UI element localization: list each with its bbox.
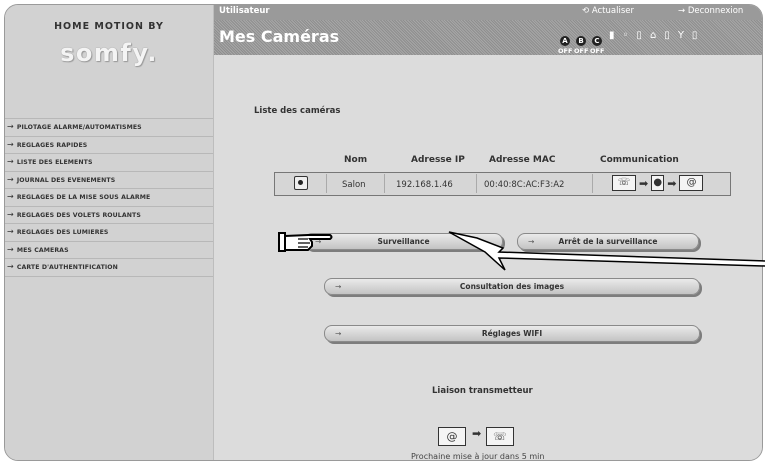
arrow-icon: ➡ [472, 427, 482, 440]
camera-icon: ● [651, 175, 665, 191]
door-icon: ▯ [636, 30, 642, 41]
top-bar: Utilisateur ⟲ Actualiser → Deconnexion [214, 5, 762, 20]
email-icon: @ [679, 175, 704, 191]
divider [384, 174, 385, 193]
menu-item-label: REGLAGES RAPIDES [16, 141, 88, 149]
menu-item-lumieres[interactable]: → REGLAGES DES LUMIERES [5, 224, 213, 242]
menu-item-volets[interactable]: → REGLAGES DES VOLETS ROULANTS [5, 207, 213, 224]
battery-icon: ▮ [609, 30, 615, 41]
arrow-icon: → [678, 6, 688, 16]
wifi-settings-button[interactable]: → Réglages WIFI [324, 325, 700, 342]
menu-item-label: LISTE DES ELEMENTS [16, 159, 93, 166]
arrow-icon: ➡ [667, 176, 677, 190]
camera-ip: 192.168.1.46 [396, 180, 453, 190]
zone-a-status: A OFF [558, 36, 573, 55]
column-header-ip: Adresse IP [411, 155, 465, 165]
menu-item-reglages-rapides[interactable]: → REGLAGES RAPIDES [5, 137, 213, 154]
menu-item-cameras[interactable]: → MES CAMERAS [5, 242, 213, 259]
phone-icon: ☏ [486, 427, 514, 446]
arrow-icon: → [335, 282, 342, 291]
sidebar-menu: → PILOTAGE ALARME/AUTOMATISMES → REGLAGES … [5, 118, 213, 277]
camera-mac: 00:40:8C:AC:F3:A2 [484, 180, 565, 190]
refresh-link[interactable]: ⟲ Actualiser [582, 6, 634, 16]
menu-item-label: PILOTAGE ALARME/AUTOMATISMES [16, 124, 142, 131]
menu-item-pilotage[interactable]: → PILOTAGE ALARME/AUTOMATISMES [5, 119, 213, 137]
zone-b-status: B OFF [574, 36, 589, 55]
sidebar: HOME MOTION BY somfy. → PILOTAGE ALARME/A… [5, 5, 214, 460]
camera-name: Salon [342, 180, 366, 190]
view-images-button[interactable]: → Consultation des images [324, 278, 700, 295]
home-icon: ⌂ [649, 30, 657, 41]
divider [592, 174, 593, 193]
menu-item-journal[interactable]: → JOURNAL DES EVENEMENTS [5, 172, 213, 189]
arrow-icon: → [7, 227, 14, 236]
menu-item-label: JOURNAL DES EVENEMENTS [16, 176, 116, 184]
antenna-icon: Y [677, 30, 684, 41]
column-header-communication: Communication [600, 155, 679, 165]
divider [326, 174, 327, 193]
menu-item-label: REGLAGES DES LUMIERES [16, 229, 109, 236]
menu-item-mise-sous-alarme[interactable]: → REGLAGES DE LA MISE SOUS ALARME [5, 189, 213, 207]
menu-item-label: CARTE D'AUTHENTIFICATION [16, 264, 118, 271]
signal-icon: ◦ [622, 30, 629, 41]
arrow-icon: → [7, 262, 14, 271]
power-icon: ▯ [691, 30, 698, 41]
arrow-icon: → [7, 122, 14, 131]
communication-chain: ☏ ➡ ● ➡ @ [612, 173, 704, 193]
email-icon: @ [438, 427, 466, 446]
logo-subtitle: HOME MOTION BY [54, 21, 164, 32]
status-bar: A OFF B OFF C OFF ▮ ◦ ▯ ⌂ ▯ Y ▯ [558, 28, 702, 55]
refresh-icon: ⟲ [582, 6, 592, 16]
menu-item-authentification[interactable]: → CARTE D'AUTHENTIFICATION [5, 259, 213, 277]
column-header-mac: Adresse MAC [489, 155, 556, 165]
arrow-icon: → [7, 157, 14, 166]
logout-link[interactable]: → Deconnexion [678, 6, 743, 16]
menu-item-label: REGLAGES DES VOLETS ROULANTS [16, 211, 141, 219]
pointer-arrow-icon [448, 231, 765, 271]
arrow-icon: → [7, 174, 14, 184]
menu-item-label: REGLAGES DE LA MISE SOUS ALARME [16, 194, 151, 201]
arrow-icon: → [7, 139, 14, 149]
somfy-logo: somfy. [60, 39, 158, 67]
zone-c-status: C OFF [590, 36, 605, 55]
sensor-icon: ▯ [664, 30, 670, 41]
phone-icon: ☏ [612, 175, 636, 191]
page-title: Mes Caméras [219, 27, 340, 46]
arrow-icon: → [7, 209, 14, 219]
menu-item-liste-elements[interactable]: → LISTE DES ELEMENTS [5, 154, 213, 172]
camera-icon [294, 176, 308, 190]
liaison-title: Liaison transmetteur [432, 386, 533, 396]
menu-item-label: MES CAMERAS [16, 246, 69, 254]
title-bar: Mes Caméras A OFF B OFF C OFF ▮ ◦ ▯ ⌂ ▯ Y ▯ [214, 20, 762, 55]
arrow-icon: ➡ [639, 176, 649, 190]
divider [476, 174, 477, 193]
arrow-icon: → [7, 192, 14, 201]
next-update-text: Prochaine mise à jour dans 5 min [411, 452, 545, 461]
arrow-icon: → [335, 329, 342, 338]
column-header-name: Nom [344, 155, 368, 165]
camera-list-title: Liste des caméras [254, 106, 341, 116]
pointing-hand-icon [278, 232, 333, 252]
user-label: Utilisateur [219, 6, 270, 16]
arrow-icon: → [7, 244, 14, 254]
